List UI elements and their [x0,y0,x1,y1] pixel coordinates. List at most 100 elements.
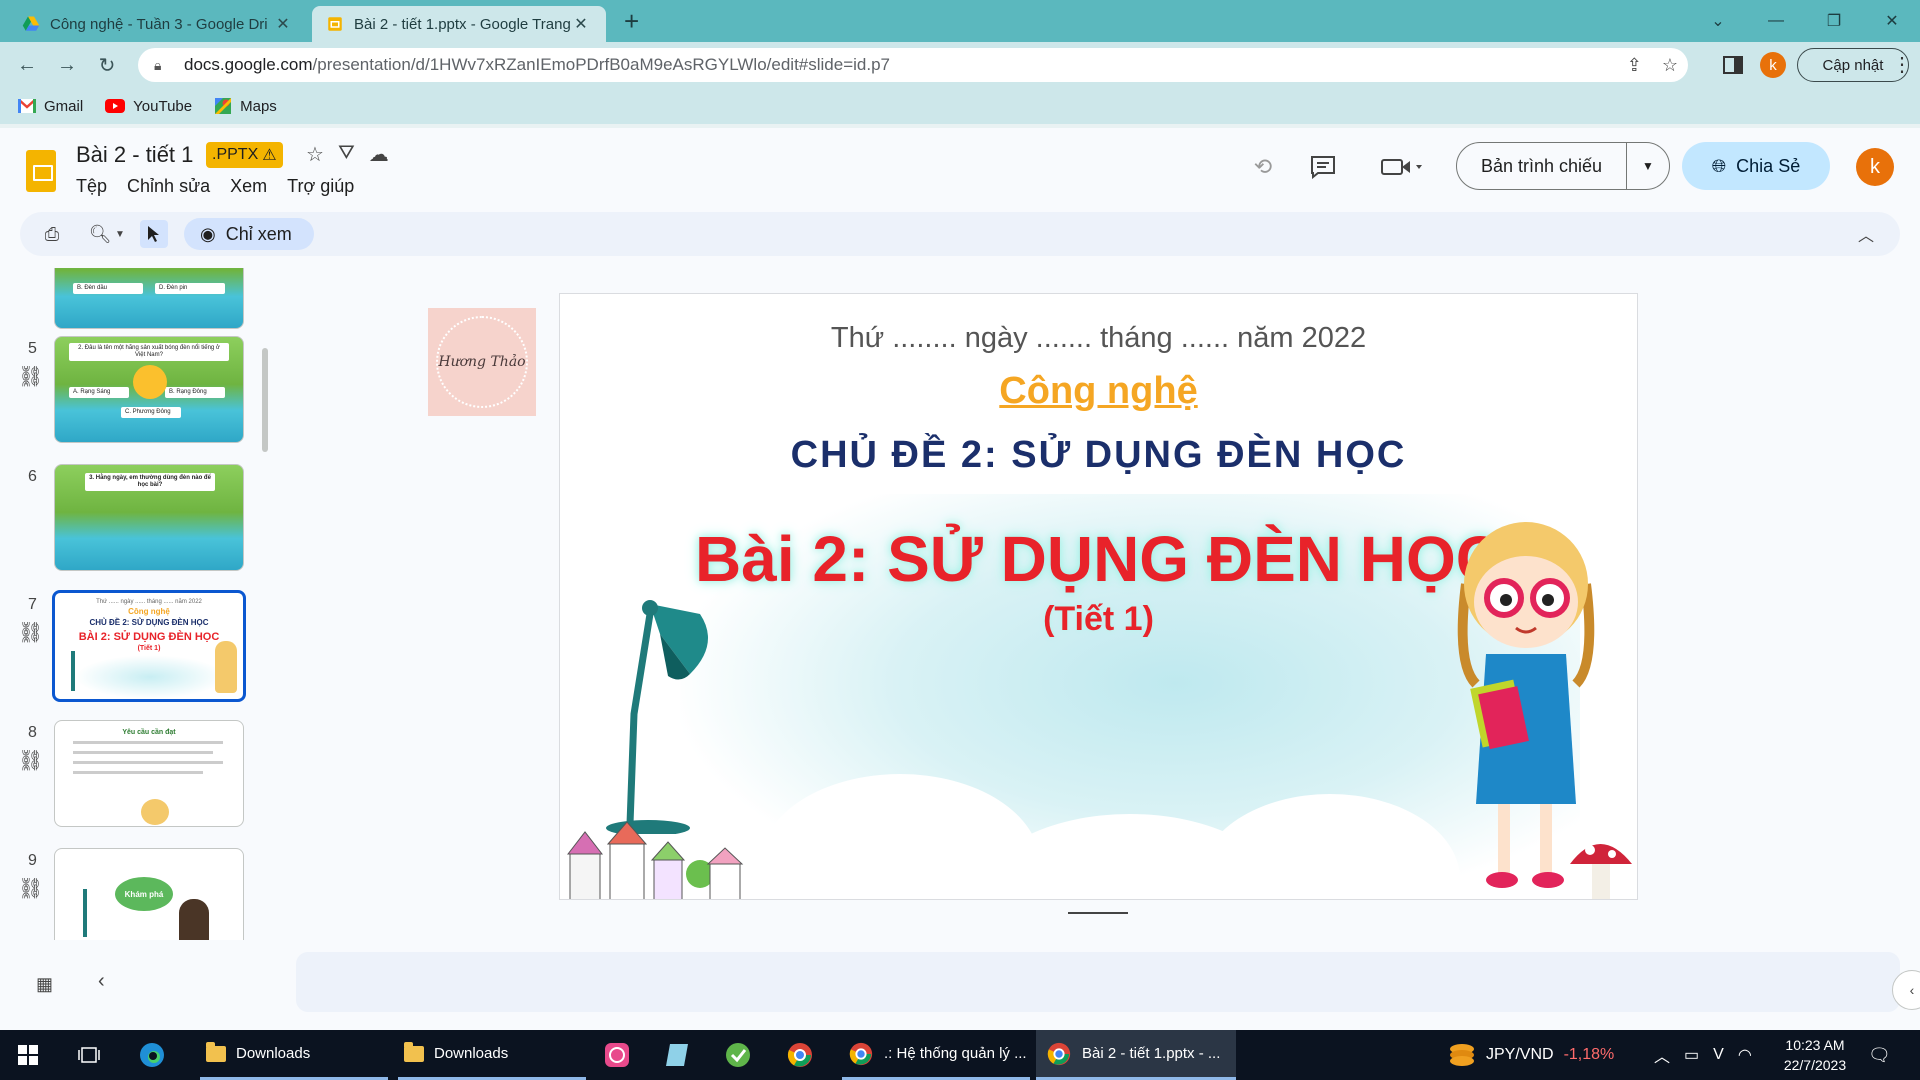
taskbar-downloads-2[interactable]: Downloads [398,1030,586,1080]
bookmark-youtube[interactable]: YouTube [105,98,192,115]
taskbar-downloads-1[interactable]: Downloads [200,1030,388,1080]
notes-app-icon[interactable] [664,1030,690,1080]
author-sticker[interactable]: Hương Thảo [428,308,536,416]
slide-topic: CHỦ ĐỀ 2: SỬ DỤNG ĐÈN HỌC [790,434,1407,476]
window-close-icon[interactable]: ✕ [1862,0,1920,42]
browser-menu-icon[interactable]: ⋮ [1892,52,1912,77]
slide-thumbnail-6[interactable]: 3. Hằng ngày, em thường dùng đèn nào để … [54,464,244,571]
menu-file[interactable]: Tệp [76,176,107,197]
taskbar-chrome-management[interactable]: .: Hệ thống quản lý ... [842,1030,1030,1080]
chrome-icon[interactable] [786,1030,814,1080]
edge-browser-icon[interactable] [138,1030,166,1080]
move-to-drive-icon[interactable]: ⛛ [338,142,355,167]
thumb-option: A. Rạng Sáng [69,387,129,398]
thumb-line [73,771,203,774]
folder-icon [404,1041,424,1062]
star-icon[interactable]: ☆ [306,142,324,167]
lamp-icon [71,651,75,691]
vietkey-icon[interactable]: V [1713,1046,1724,1064]
comments-icon[interactable] [1306,150,1340,184]
select-cursor-icon[interactable] [140,220,168,248]
view-only-mode[interactable]: ◉ Chỉ xem [184,218,314,250]
slideshow-button[interactable]: Bản trình chiếu ▼ [1456,142,1670,190]
village-illustration [566,821,744,899]
windows-taskbar: Downloads Downloads .: Hệ thống quản lý … [0,1030,1920,1080]
cloud-status-icon[interactable]: ☁ [369,142,389,167]
menu-view[interactable]: Xem [230,176,267,197]
chrome-icon [849,1042,873,1065]
bookmark-star-icon[interactable]: ☆ [1662,55,1678,76]
desk-lamp-illustration [606,600,708,834]
restore-icon[interactable]: ❐ [1804,0,1864,42]
menu-edit[interactable]: Chỉnh sửa [127,176,210,197]
wifi-icon[interactable]: ◠ [1738,1045,1752,1065]
menu-help[interactable]: Trợ giúp [287,176,354,197]
bookmark-maps[interactable]: Maps [214,97,277,115]
notification-center-icon[interactable]: 🗨︎ [1868,1030,1891,1080]
zoom-icon[interactable]: 🔍︎ [86,220,114,248]
currency-pair: JPY/VND [1486,1046,1554,1063]
side-panel-icon[interactable] [1722,54,1744,76]
link-icon: ⛓ [18,366,44,388]
meet-camera-icon[interactable] [1376,150,1428,184]
share-page-icon[interactable]: ⇪ [1627,55,1642,76]
share-label: Chia Sẻ [1736,155,1801,176]
slide-resize-handle[interactable] [1068,912,1128,914]
url-path: /presentation/d/1HWv7xRZanIEmoPDrfB0aM9e… [312,55,891,74]
tab-slides-title: Bài 2 - tiết 1.pptx - Google Trang [354,15,570,33]
bookmark-gmail[interactable]: Gmail [18,98,83,115]
forward-arrow-icon[interactable]: → [52,50,82,80]
clock[interactable]: 10:23 AM 22/7/2023 [1770,1030,1860,1080]
slide-thumbnail-7[interactable]: Thứ ...... ngày ...... tháng ...... năm … [52,590,246,702]
thumb-option: B. Rạng Đông [165,387,225,398]
slides-logo-icon[interactable] [26,150,56,192]
taskbar-item-label: Bài 2 - tiết 1.pptx - ... [1082,1045,1221,1062]
document-title[interactable]: Bài 2 - tiết 1 [76,142,193,168]
current-slide[interactable]: Thứ ........ ngày ....... tháng ...... n… [559,293,1638,900]
slide-thumbnail-8[interactable]: Yêu cầu cần đạt [54,720,244,827]
tab-search-chevron-icon[interactable]: ⌄ [1688,0,1748,42]
slide-filmstrip: B. Đèn dầu D. Đèn pin 5 ⛓ 2. Đâu là tên … [0,268,270,940]
user-avatar[interactable]: k [1856,148,1894,186]
close-icon[interactable]: ✕ [272,14,294,34]
close-icon[interactable]: ✕ [570,14,592,34]
thumb-heading: Yêu cầu cần đạt [122,729,176,736]
speaker-notes[interactable] [296,952,1900,1012]
photos-app-icon[interactable] [604,1030,630,1080]
version-history-icon[interactable]: ⟲ [1246,150,1280,184]
slide-number: 5 [28,340,37,357]
filmstrip-scrollbar[interactable] [262,348,268,452]
grid-view-icon[interactable]: ▦ [36,974,53,995]
minimize-icon[interactable]: — [1746,0,1806,42]
slide-thumbnail-9[interactable]: Khám phá [54,848,244,940]
clock-time: 10:23 AM [1785,1037,1845,1053]
colorful-app-icon[interactable] [724,1030,752,1080]
chevron-up-icon[interactable]: ︿ [1858,222,1874,246]
share-button[interactable]: 🌐︎ Chia Sẻ [1682,142,1830,190]
print-icon[interactable]: ⎙ [38,220,66,248]
battery-icon[interactable]: ▭ [1684,1045,1699,1065]
reload-icon[interactable]: ↻ [92,50,122,80]
slide-thumbnail-5[interactable]: 2. Đâu là tên một hãng sản xuất bóng đèn… [54,336,244,443]
address-bar[interactable]: 🔒︎ docs.google.com/presentation/d/1HWv7x… [138,48,1688,82]
thumb-topic: CHỦ ĐỀ 2: SỬ DỤNG ĐÈN HỌC [89,618,209,627]
back-arrow-icon[interactable]: ← [12,50,42,80]
tab-drive[interactable]: Công nghệ - Tuần 3 - Google Dri ✕ [8,6,308,42]
slide-number: 6 [28,468,37,485]
gmail-icon [18,99,36,113]
tab-slides[interactable]: Bài 2 - tiết 1.pptx - Google Trang ✕ [312,6,606,42]
currency-widget[interactable]: JPY/VND -1,18% [1448,1030,1614,1080]
slide-thumbnail-4[interactable]: B. Đèn dầu D. Đèn pin [54,268,244,329]
thumb-line [73,751,213,754]
chevron-left-icon[interactable]: ‹ [98,970,105,993]
taskbar-chrome-slides[interactable]: Bài 2 - tiết 1.pptx - ... [1036,1030,1236,1080]
browser-profile-avatar[interactable]: k [1760,52,1786,78]
chevron-down-icon[interactable]: ▼ [1627,159,1669,173]
task-view-icon[interactable] [78,1030,100,1080]
pptx-badge[interactable]: .PPTX ⚠ [206,142,283,168]
new-tab-button[interactable]: + [624,6,639,36]
zoom-chevron-icon[interactable]: ▼ [112,220,128,248]
bookmark-label: YouTube [133,97,193,115]
tray-chevron-up-icon[interactable]: ︿ [1654,1043,1670,1067]
windows-start-icon[interactable] [18,1030,38,1080]
